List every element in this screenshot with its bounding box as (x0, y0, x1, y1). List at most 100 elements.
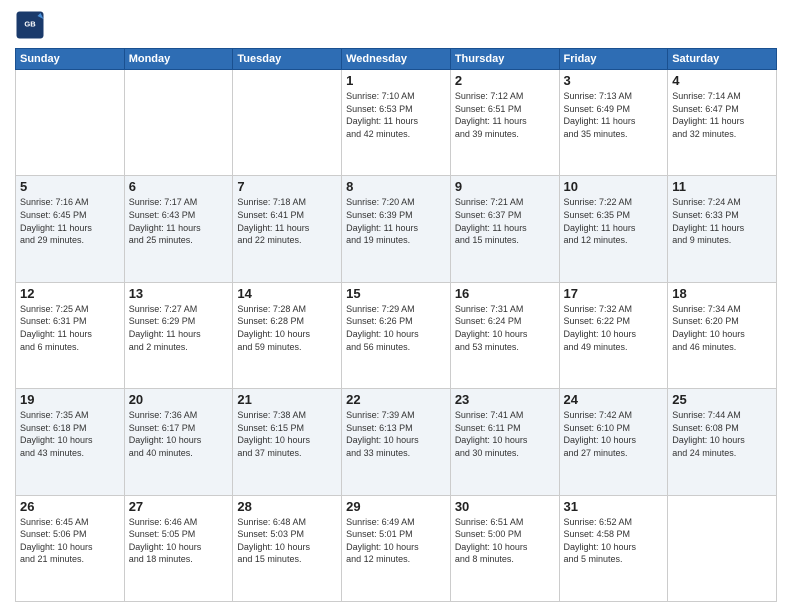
day-number: 26 (20, 499, 120, 514)
day-info: Sunrise: 7:28 AM Sunset: 6:28 PM Dayligh… (237, 303, 337, 353)
day-info: Sunrise: 7:20 AM Sunset: 6:39 PM Dayligh… (346, 196, 446, 246)
day-number: 8 (346, 179, 446, 194)
day-info: Sunrise: 7:12 AM Sunset: 6:51 PM Dayligh… (455, 90, 555, 140)
calendar-cell: 16Sunrise: 7:31 AM Sunset: 6:24 PM Dayli… (450, 282, 559, 388)
weekday-header-row: SundayMondayTuesdayWednesdayThursdayFrid… (16, 49, 777, 70)
day-info: Sunrise: 6:48 AM Sunset: 5:03 PM Dayligh… (237, 516, 337, 566)
weekday-header-saturday: Saturday (668, 49, 777, 70)
calendar-cell: 19 Sunrise: 7:35 AM Sunset: 6:18 PM Dayli… (16, 389, 125, 495)
day-info: Sunrise: 7:39 AM Sunset: 6:13 PM Dayligh… (346, 409, 446, 459)
calendar-cell: 6Sunrise: 7:17 AM Sunset: 6:43 PM Daylig… (124, 176, 233, 282)
day-info: Sunrise: 7:10 AM Sunset: 6:53 PM Dayligh… (346, 90, 446, 140)
weekday-header-thursday: Thursday (450, 49, 559, 70)
day-number: 13 (129, 286, 229, 301)
day-info: Sunrise: 6:52 AM Sunset: 4:58 PM Dayligh… (564, 516, 664, 566)
calendar-cell: 3 Sunrise: 7:13 AM Sunset: 6:49 PM Daylig… (559, 70, 668, 176)
day-info: Sunrise: 7:32 AM Sunset: 6:22 PM Dayligh… (564, 303, 664, 353)
calendar-cell: 25 Sunrise: 7:44 AM Sunset: 6:08 PM Dayli… (668, 389, 777, 495)
day-info: Sunrise: 7:35 AM Sunset: 6:18 PM Dayligh… (20, 409, 120, 459)
day-number: 15 (346, 286, 446, 301)
weekday-header-friday: Friday (559, 49, 668, 70)
day-number: 24 (564, 392, 664, 407)
day-info: Sunrise: 7:44 AM Sunset: 6:08 PM Dayligh… (672, 409, 772, 459)
calendar-cell (668, 495, 777, 601)
day-info: Sunrise: 6:49 AM Sunset: 5:01 PM Dayligh… (346, 516, 446, 566)
calendar-cell: 8 Sunrise: 7:20 AM Sunset: 6:39 PM Daylig… (342, 176, 451, 282)
day-info: Sunrise: 7:13 AM Sunset: 6:49 PM Dayligh… (564, 90, 664, 140)
day-number: 21 (237, 392, 337, 407)
day-info: Sunrise: 7:36 AM Sunset: 6:17 PM Dayligh… (129, 409, 229, 459)
day-number: 17 (564, 286, 664, 301)
calendar-cell (16, 70, 125, 176)
day-number: 30 (455, 499, 555, 514)
day-info: Sunrise: 6:46 AM Sunset: 5:05 PM Dayligh… (129, 516, 229, 566)
day-number: 3 (564, 73, 664, 88)
day-number: 23 (455, 392, 555, 407)
day-number: 2 (455, 73, 555, 88)
day-number: 14 (237, 286, 337, 301)
day-number: 31 (564, 499, 664, 514)
calendar-cell: 23 Sunrise: 7:41 AM Sunset: 6:11 PM Dayli… (450, 389, 559, 495)
calendar-cell: 17 Sunrise: 7:32 AM Sunset: 6:22 PM Dayli… (559, 282, 668, 388)
weekday-header-tuesday: Tuesday (233, 49, 342, 70)
logo: GB (15, 10, 49, 40)
day-info: Sunrise: 7:24 AM Sunset: 6:33 PM Dayligh… (672, 196, 772, 246)
calendar-week-row: 5 Sunrise: 7:16 AM Sunset: 6:45 PM Daylig… (16, 176, 777, 282)
day-info: Sunrise: 7:25 AM Sunset: 6:31 PM Dayligh… (20, 303, 120, 353)
calendar-cell: 24 Sunrise: 7:42 AM Sunset: 6:10 PM Dayli… (559, 389, 668, 495)
calendar-cell: 27 Sunrise: 6:46 AM Sunset: 5:05 PM Dayli… (124, 495, 233, 601)
weekday-header-monday: Monday (124, 49, 233, 70)
day-info: Sunrise: 7:29 AM Sunset: 6:26 PM Dayligh… (346, 303, 446, 353)
day-info: Sunrise: 7:22 AM Sunset: 6:35 PM Dayligh… (564, 196, 664, 246)
day-info: Sunrise: 6:45 AM Sunset: 5:06 PM Dayligh… (20, 516, 120, 566)
calendar-week-row: 1 Sunrise: 7:10 AM Sunset: 6:53 PM Daylig… (16, 70, 777, 176)
day-number: 4 (672, 73, 772, 88)
day-info: Sunrise: 7:27 AM Sunset: 6:29 PM Dayligh… (129, 303, 229, 353)
day-number: 1 (346, 73, 446, 88)
calendar-cell: 4 Sunrise: 7:14 AM Sunset: 6:47 PM Daylig… (668, 70, 777, 176)
day-info: Sunrise: 7:16 AM Sunset: 6:45 PM Dayligh… (20, 196, 120, 246)
calendar-cell: 9 Sunrise: 7:21 AM Sunset: 6:37 PM Daylig… (450, 176, 559, 282)
calendar-cell: 1 Sunrise: 7:10 AM Sunset: 6:53 PM Daylig… (342, 70, 451, 176)
calendar-week-row: 26 Sunrise: 6:45 AM Sunset: 5:06 PM Dayli… (16, 495, 777, 601)
calendar-cell: 11 Sunrise: 7:24 AM Sunset: 6:33 PM Dayli… (668, 176, 777, 282)
day-number: 9 (455, 179, 555, 194)
calendar-cell: 15 Sunrise: 7:29 AM Sunset: 6:26 PM Dayli… (342, 282, 451, 388)
header: GB (15, 10, 777, 40)
day-number: 22 (346, 392, 446, 407)
calendar-cell: 12Sunrise: 7:25 AM Sunset: 6:31 PM Dayli… (16, 282, 125, 388)
day-number: 10 (564, 179, 664, 194)
day-info: Sunrise: 7:18 AM Sunset: 6:41 PM Dayligh… (237, 196, 337, 246)
calendar-cell: 31 Sunrise: 6:52 AM Sunset: 4:58 PM Dayli… (559, 495, 668, 601)
calendar-cell: 13 Sunrise: 7:27 AM Sunset: 6:29 PM Dayli… (124, 282, 233, 388)
calendar-cell: 21 Sunrise: 7:38 AM Sunset: 6:15 PM Dayli… (233, 389, 342, 495)
day-info: Sunrise: 7:31 AM Sunset: 6:24 PM Dayligh… (455, 303, 555, 353)
day-info: Sunrise: 7:38 AM Sunset: 6:15 PM Dayligh… (237, 409, 337, 459)
calendar-table: SundayMondayTuesdayWednesdayThursdayFrid… (15, 48, 777, 602)
calendar-week-row: 12Sunrise: 7:25 AM Sunset: 6:31 PM Dayli… (16, 282, 777, 388)
weekday-header-sunday: Sunday (16, 49, 125, 70)
day-number: 19 (20, 392, 120, 407)
calendar-cell: 26 Sunrise: 6:45 AM Sunset: 5:06 PM Dayli… (16, 495, 125, 601)
calendar-cell: 22 Sunrise: 7:39 AM Sunset: 6:13 PM Dayli… (342, 389, 451, 495)
logo-icon: GB (15, 10, 45, 40)
page: GB SundayMondayTuesdayWednesdayThursdayF… (0, 0, 792, 612)
day-info: Sunrise: 7:14 AM Sunset: 6:47 PM Dayligh… (672, 90, 772, 140)
day-info: Sunrise: 7:21 AM Sunset: 6:37 PM Dayligh… (455, 196, 555, 246)
calendar-cell: 20 Sunrise: 7:36 AM Sunset: 6:17 PM Dayli… (124, 389, 233, 495)
day-number: 25 (672, 392, 772, 407)
day-number: 11 (672, 179, 772, 194)
day-number: 27 (129, 499, 229, 514)
day-info: Sunrise: 6:51 AM Sunset: 5:00 PM Dayligh… (455, 516, 555, 566)
day-number: 18 (672, 286, 772, 301)
weekday-header-wednesday: Wednesday (342, 49, 451, 70)
calendar-cell: 2 Sunrise: 7:12 AM Sunset: 6:51 PM Daylig… (450, 70, 559, 176)
day-info: Sunrise: 7:42 AM Sunset: 6:10 PM Dayligh… (564, 409, 664, 459)
day-info: Sunrise: 7:17 AM Sunset: 6:43 PM Dayligh… (129, 196, 229, 246)
calendar-cell: 14 Sunrise: 7:28 AM Sunset: 6:28 PM Dayli… (233, 282, 342, 388)
calendar-cell: 29Sunrise: 6:49 AM Sunset: 5:01 PM Dayli… (342, 495, 451, 601)
day-info: Sunrise: 7:41 AM Sunset: 6:11 PM Dayligh… (455, 409, 555, 459)
day-number: 20 (129, 392, 229, 407)
day-number: 5 (20, 179, 120, 194)
day-number: 7 (237, 179, 337, 194)
